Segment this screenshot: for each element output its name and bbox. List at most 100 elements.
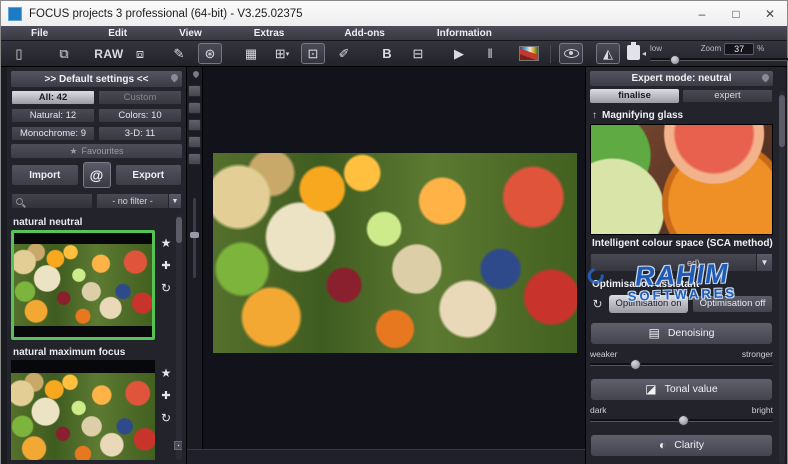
refresh-icon[interactable]: ↻ [161,411,171,425]
filter-monochrome-button[interactable]: Monochrome: 9 [11,126,95,141]
filmstrip-button[interactable]: ⊟ [406,43,430,64]
tab-expert[interactable]: expert [682,88,773,103]
denoising-slider-track[interactable] [590,362,773,366]
save-button[interactable]: ▦ [239,43,263,64]
scrollbar-down-button[interactable]: ▪ [174,441,182,450]
annotate-icon: ✐ [338,45,350,61]
histogram-button[interactable] [517,43,541,64]
preset-list-scrollbar[interactable] [176,215,182,460]
palette-button[interactable]: ⊛ [198,43,222,64]
new-document-button[interactable]: ▯ [7,43,31,64]
optimisation-on-button[interactable]: Optimisation on [609,294,688,313]
menu-item-information[interactable]: Information [433,28,496,39]
batch-button[interactable]: ⊞ ▾ [270,43,294,64]
menu-item-extras[interactable]: Extras [250,28,289,39]
annotate-button[interactable]: ✐ [332,43,356,64]
preset-thumbnail-image [11,373,155,460]
add-icon[interactable]: ✚ [161,389,170,402]
magnifier-preview[interactable] [590,123,773,236]
add-icon[interactable]: ✚ [161,259,170,272]
clarity-button[interactable]: ◐ Clarity [590,433,773,457]
tonal-value-icon: ◪ [645,382,657,397]
refresh-icon[interactable]: ↻ [161,281,171,295]
pin-icon[interactable] [760,72,771,83]
denoising-button[interactable]: ▤ Denoising [590,321,773,345]
scrollbar-thumb[interactable] [779,95,785,147]
preset-list[interactable]: natural neutral ★ ✚ ↻ natural maximum fo… [11,215,182,460]
pin-icon[interactable] [169,72,180,83]
favourites-button[interactable]: ★ Favourites [11,144,182,158]
menu-bar: File Edit View Extras Add-ons Informatio… [1,26,787,41]
list-item[interactable]: ★ ✚ ↻ [11,360,174,460]
canvas-tool-button[interactable] [188,85,201,97]
tonal-slider[interactable]: dark bright [590,405,773,427]
magnifying-glass-section[interactable]: ↑ Magnifying glass [592,110,781,121]
tab-finalise[interactable]: finalise [590,88,679,103]
zoom-slider[interactable]: low Zoom 37 % high [650,42,788,65]
export-button[interactable]: Export [114,164,182,186]
canvas-zoom-handle[interactable] [190,232,199,238]
pin-icon[interactable] [191,69,201,79]
menu-item-addons[interactable]: Add-ons [340,28,389,39]
canvas-tool-button[interactable] [188,153,201,165]
close-button[interactable]: ✕ [753,1,787,26]
play-button[interactable]: ▶ [447,43,471,64]
presets-header-label: >> Default settings << [44,73,149,85]
denoising-slider-handle[interactable] [630,358,642,370]
preset-thumbnail-selected[interactable] [11,230,155,340]
filter-dropdown[interactable]: - no filter - ▼ [96,193,182,209]
colour-space-dropdown[interactable]: ed) ▼ [590,253,773,272]
email-presets-button[interactable]: @ [82,162,111,188]
reset-optimisation-icon[interactable]: ↻ [590,296,605,311]
raw-icon: RAW [94,46,124,61]
weaker-label: weaker [590,348,618,359]
menu-item-edit[interactable]: Edit [104,28,131,39]
raw-import-button[interactable]: RAW [94,43,124,64]
zoom-out-arrow-icon: ◂ [642,48,647,58]
preset-search-input[interactable] [11,193,93,209]
list-item[interactable]: ★ ✚ ↻ [11,230,174,340]
favourite-star-icon[interactable]: ★ [161,236,172,250]
save-copy-button[interactable]: ⧉ [52,43,76,64]
batch-b-icon: B [382,46,392,61]
preset-actions: ★ ✚ ↻ [158,360,174,460]
dark-label: dark [590,404,607,415]
expert-panel-scrollbar[interactable] [779,91,785,464]
pause-button[interactable]: ‖ [478,43,502,64]
batch-processing-button[interactable]: B [375,43,399,64]
minimize-button[interactable]: – [685,1,719,26]
crop-button[interactable]: ⊡ [301,43,325,64]
canvas-zoom-slider[interactable] [190,198,199,278]
zoom-value-input[interactable]: 37 [724,42,755,55]
canvas-tool-button[interactable] [188,102,201,114]
zoom-out-icon[interactable] [627,41,640,60]
maximize-button[interactable]: □ [719,1,753,26]
export-settings-button[interactable]: ⧈ [128,43,152,64]
filter-custom-button[interactable]: Custom [98,90,182,105]
scrollbar-thumb[interactable] [176,217,182,243]
image-canvas[interactable] [187,67,585,464]
filter-all-button[interactable]: All: 42 [11,90,95,105]
optimisation-off-button[interactable]: Optimisation off [692,294,773,313]
expert-panel-header[interactable]: Expert mode: neutral [590,71,773,86]
denoising-slider[interactable]: weaker stronger [590,349,773,371]
edited-photo[interactable] [213,153,577,353]
preset-thumbnail[interactable] [11,360,155,460]
before-after-button[interactable]: ◭ [596,43,620,64]
menu-item-view[interactable]: View [175,28,206,39]
preview-toggle-button[interactable] [559,43,583,64]
tonal-slider-handle[interactable] [677,414,689,426]
filter-3d-button[interactable]: 3-D: 11 [98,126,182,141]
canvas-tool-button[interactable] [188,136,201,148]
favourite-star-icon[interactable]: ★ [161,366,172,380]
presets-panel-header[interactable]: >> Default settings << [11,71,182,87]
canvas-tool-button[interactable] [188,119,201,131]
menu-item-file[interactable]: File [27,28,52,39]
import-button[interactable]: Import [11,164,79,186]
zoom-low-label: low [650,44,663,53]
zoom-slider-handle[interactable] [670,54,681,65]
tonal-value-button[interactable]: ◪ Tonal value [590,377,773,401]
filter-natural-button[interactable]: Natural: 12 [11,108,95,123]
filter-colors-button[interactable]: Colors: 10 [98,108,182,123]
brush-tool-button[interactable]: ✎ [167,43,191,64]
